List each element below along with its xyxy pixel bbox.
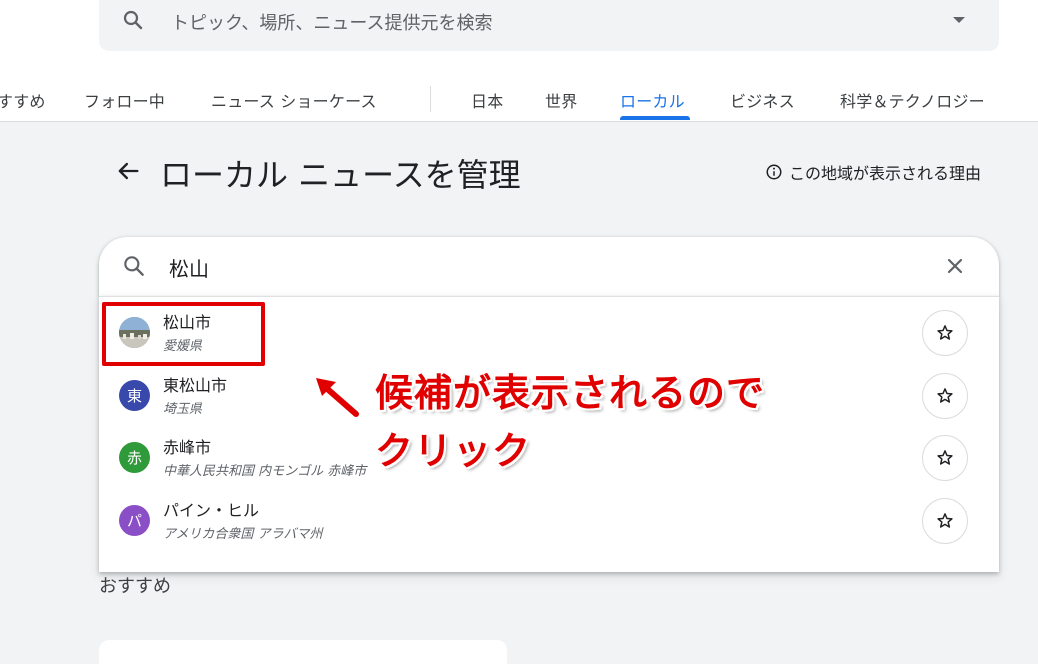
tab-divider [430,86,431,112]
tab-business[interactable]: ビジネス [730,88,795,112]
tab-news-showcase[interactable]: ニュース ショーケース [211,88,377,112]
suggestion-name: 東松山市 [163,376,228,395]
suggestion-region: 埼玉県 [163,402,203,417]
follow-star-button[interactable] [922,373,968,419]
star-icon [937,513,953,528]
search-icon [124,256,144,276]
section-heading-recommended: おすすめ [99,576,171,597]
tab-japan[interactable]: 日本 [471,88,503,112]
letter-avatar: 赤 [119,442,150,473]
follow-star-button[interactable] [922,310,968,356]
back-arrow-icon[interactable] [114,157,142,185]
suggestion-region: アメリカ合衆国 アラバマ州 [163,527,323,542]
follow-star-button[interactable] [922,435,968,481]
suggestion-region: 中華人民共和国 内モンゴル 赤峰市 [163,464,367,479]
annotation-text-line1: 候補が表示されるので [375,371,766,415]
letter-avatar: 東 [119,380,150,411]
tab-science-tech[interactable]: 科学＆テクノロジー [840,88,985,112]
why-link-label: この地域が表示される理由 [789,164,982,183]
tab-recommended[interactable]: すすめ [0,88,46,112]
annotation-text-line2: クリック [375,429,532,473]
active-tab-indicator [620,116,690,120]
tab-following[interactable]: フォロー中 [84,88,165,112]
letter-avatar: パ [119,505,150,536]
dropdown-arrow-icon[interactable] [953,17,965,23]
local-search-box[interactable]: 松山 [99,237,999,296]
recommendation-card [99,640,507,664]
star-icon [937,325,953,340]
topic-tabs: すすめ フォロー中 ニュース ショーケース 日本 世界 ローカル ビジネス 科学… [0,72,1038,122]
search-icon [123,10,143,30]
info-icon [766,164,782,180]
annotation-arrow-icon [316,378,359,417]
search-placeholder: トピック、場所、ニュース提供元を検索 [171,13,493,34]
suggestion-name: パイン・ヒル [163,501,260,520]
clear-icon[interactable] [943,254,967,278]
top-header: トピック、場所、ニュース提供元を検索 すすめ フォロー中 ニュース ショーケース… [0,0,1038,122]
suggestion-item[interactable]: 赤 赤峰市 中華人民共和国 内モンゴル 赤峰市 [99,422,999,484]
why-this-location-link[interactable]: この地域が表示される理由 [765,161,981,183]
page-title: ローカル ニュースを管理 [160,156,521,194]
highlight-box [102,302,265,366]
star-icon [937,388,953,403]
search-bar[interactable]: トピック、場所、ニュース提供元を検索 [99,0,999,51]
follow-star-button[interactable] [922,498,968,544]
tab-local[interactable]: ローカル [620,88,685,112]
suggestion-item[interactable]: パ パイン・ヒル アメリカ合衆国 アラバマ州 [99,485,999,547]
tab-world[interactable]: 世界 [545,88,577,112]
local-search-input[interactable]: 松山 [169,253,209,282]
suggestion-name: 赤峰市 [163,438,212,457]
star-icon [937,450,953,465]
